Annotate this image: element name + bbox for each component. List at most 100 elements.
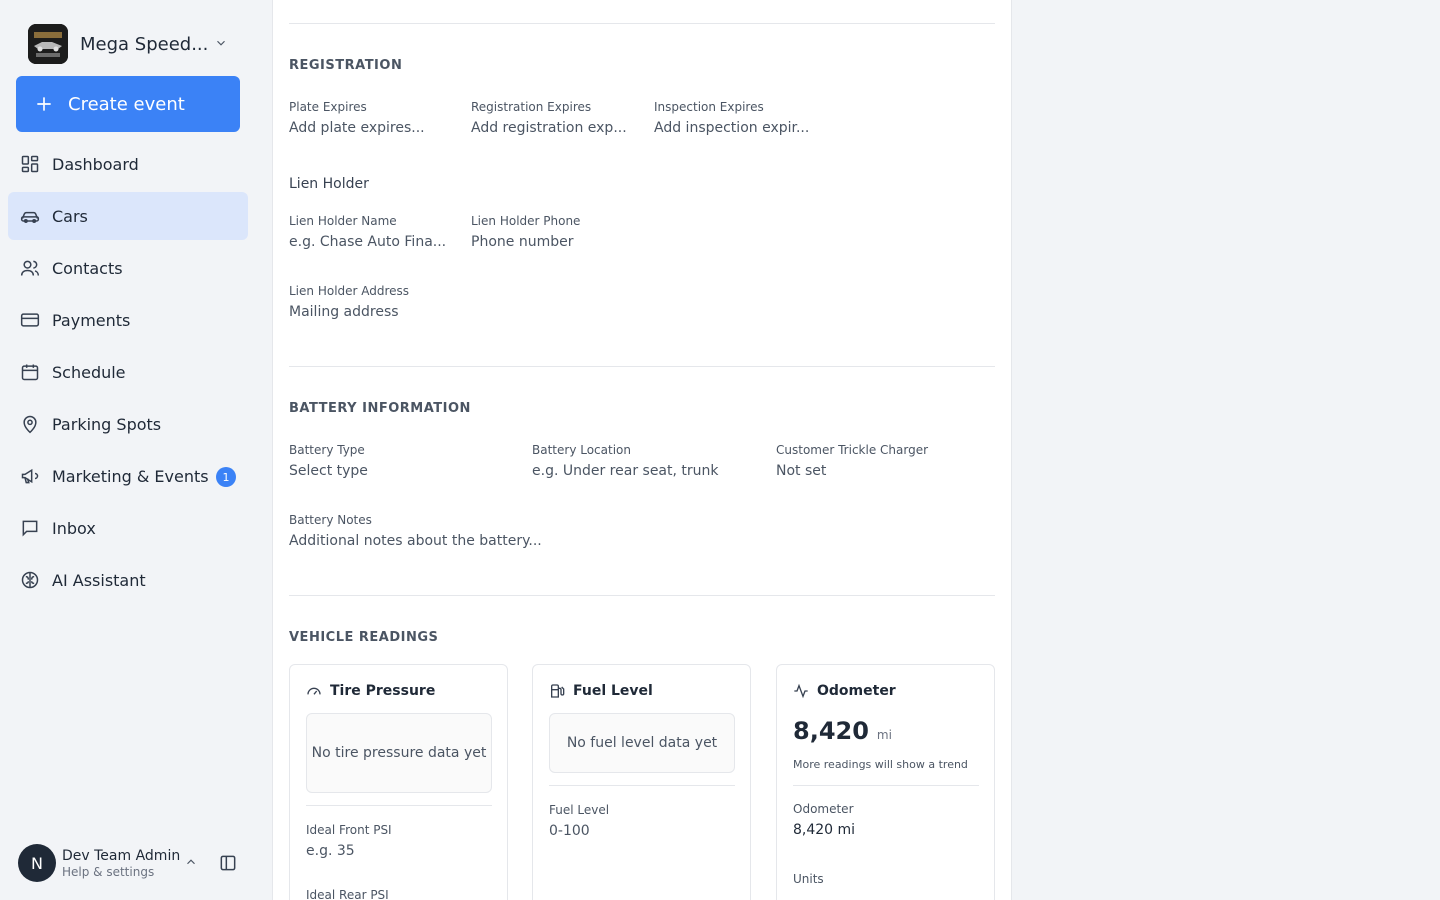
field-label: Battery Location [532, 443, 631, 457]
brand-logo [28, 24, 68, 64]
card-title: Fuel Level [573, 683, 653, 699]
nav-item-dashboard[interactable]: Dashboard [8, 140, 248, 188]
avatar: N [18, 844, 56, 882]
lien-holder-phone-input[interactable]: Phone number [471, 234, 580, 250]
section-divider [289, 366, 995, 367]
lien-holder-address-field[interactable]: Lien Holder Address Mailing address [289, 284, 409, 320]
chevron-up-icon [187, 859, 195, 865]
notification-badge: 1 [216, 467, 236, 487]
odometer-field[interactable]: Odometer 8,420 mi [793, 802, 855, 838]
vehicle-readings-title: VEHICLE READINGS [289, 630, 439, 645]
trend-note: More readings will show a trend [793, 758, 968, 771]
nav-label: AI Assistant [52, 570, 146, 590]
fuel-level-input[interactable]: 0-100 [549, 823, 609, 839]
field-label: Odometer [793, 802, 854, 816]
card-header: Odometer [793, 683, 896, 699]
field-label: Ideal Rear PSI [306, 888, 389, 900]
field-label: Ideal Front PSI [306, 823, 392, 837]
battery-notes-input[interactable]: Additional notes about the battery... [289, 533, 542, 549]
card-title: Tire Pressure [330, 683, 436, 699]
lien-holder-address-input[interactable]: Mailing address [289, 304, 409, 320]
logo-icon [28, 24, 68, 64]
battery-notes-field[interactable]: Battery Notes Additional notes about the… [289, 513, 542, 549]
field-label: Plate Expires [289, 100, 367, 114]
user-name: Dev Team Admin [62, 847, 181, 864]
field-label: Inspection Expires [654, 100, 764, 114]
create-event-button[interactable]: Create event [16, 76, 240, 132]
battery-type-field[interactable]: Battery Type Select type [289, 443, 368, 479]
user-text: Dev Team Admin Help & settings [62, 848, 180, 879]
nav-item-payments[interactable]: Payments [8, 296, 248, 344]
units-field[interactable]: Units [793, 872, 824, 886]
nav-item-schedule[interactable]: Schedule [8, 348, 248, 396]
ideal-front-psi-field[interactable]: Ideal Front PSI e.g. 35 [306, 823, 392, 859]
battery-location-input[interactable]: e.g. Under rear seat, trunk [532, 463, 719, 479]
workspace-switcher[interactable]: Mega Speed... [28, 24, 238, 64]
lien-holder-phone-field[interactable]: Lien Holder Phone Phone number [471, 214, 580, 250]
plate-expires-field[interactable]: Plate Expires Add plate expires... [289, 100, 425, 136]
card-divider [549, 785, 735, 786]
section-divider [289, 23, 995, 24]
nav-label: Schedule [52, 362, 126, 382]
card-header: Tire Pressure [306, 683, 435, 699]
odometer-input[interactable]: 8,420 mi [793, 822, 855, 838]
registration-expires-field[interactable]: Registration Expires Add registration ex… [471, 100, 627, 136]
inspection-expires-input[interactable]: Add inspection expir... [654, 120, 809, 136]
chevron-down-icon [217, 40, 225, 46]
nav-item-marketing-events[interactable]: Marketing & Events 1 [8, 452, 248, 500]
lien-holder-heading: Lien Holder [289, 176, 369, 192]
nav-item-inbox[interactable]: Inbox [8, 504, 248, 552]
field-label: Registration Expires [471, 100, 592, 114]
message-square-icon [22, 520, 38, 537]
workspace-name: Mega Speed... [80, 33, 209, 55]
battery-type-select[interactable]: Select type [289, 463, 368, 479]
inspection-expires-field[interactable]: Inspection Expires Add inspection expir.… [654, 100, 809, 136]
field-label: Battery Notes [289, 513, 372, 527]
nav-label: Dashboard [52, 154, 139, 174]
odometer-unit: mi [876, 728, 892, 742]
battery-title: BATTERY INFORMATION [289, 401, 471, 416]
field-label: Lien Holder Address [289, 284, 410, 298]
fuel-level-card: Fuel Level No fuel level data yet Fuel L… [532, 664, 751, 900]
ideal-rear-psi-field[interactable]: Ideal Rear PSI [306, 888, 389, 900]
tire-pressure-card: Tire Pressure No tire pressure data yet … [289, 664, 508, 900]
battery-location-field[interactable]: Battery Location e.g. Under rear seat, t… [532, 443, 719, 479]
trickle-charger-select[interactable]: Not set [776, 463, 928, 479]
nav-label: Payments [52, 310, 131, 330]
nav-label: Contacts [52, 258, 123, 278]
field-label: Lien Holder Phone [471, 214, 581, 228]
field-label: Lien Holder Name [289, 214, 397, 228]
nav-item-contacts[interactable]: Contacts [8, 244, 248, 292]
field-label: Customer Trickle Charger [776, 443, 929, 457]
car-icon [20, 211, 40, 223]
dashboard-icon [21, 155, 39, 173]
calendar-icon [21, 364, 39, 381]
odometer-reading: 8,420 mi [793, 717, 892, 745]
trickle-charger-field[interactable]: Customer Trickle Charger Not set [776, 443, 928, 479]
lien-holder-name-field[interactable]: Lien Holder Name e.g. Chase Auto Fina... [289, 214, 446, 250]
registration-expires-input[interactable]: Add registration exp... [471, 120, 627, 136]
nav-label: Inbox [52, 518, 96, 538]
card-divider [306, 805, 492, 806]
main-nav: Dashboard Cars Contacts Payments Schedul… [8, 140, 248, 608]
nav-label: Marketing & Events [52, 466, 209, 486]
gauge-icon [307, 687, 321, 695]
lien-holder-name-input[interactable]: e.g. Chase Auto Fina... [289, 234, 446, 250]
sidebar-toggle-icon[interactable] [218, 853, 238, 873]
plate-expires-input[interactable]: Add plate expires... [289, 120, 425, 136]
field-label: Units [793, 872, 824, 886]
fuel-icon [551, 684, 565, 698]
nav-label: Parking Spots [52, 414, 162, 434]
field-label: Fuel Level [549, 803, 610, 817]
nav-item-parking-spots[interactable]: Parking Spots [8, 400, 248, 448]
empty-state: No tire pressure data yet [306, 713, 492, 793]
ideal-front-psi-input[interactable]: e.g. 35 [306, 843, 392, 859]
map-pin-icon [23, 415, 37, 434]
field-label: Battery Type [289, 443, 365, 457]
megaphone-icon [21, 468, 39, 484]
card-divider [793, 785, 979, 786]
nav-item-cars[interactable]: Cars [8, 192, 248, 240]
nav-item-ai-assistant[interactable]: AI Assistant [8, 556, 248, 604]
user-menu[interactable]: N Dev Team Admin Help & settings [18, 843, 242, 883]
fuel-level-field[interactable]: Fuel Level 0-100 [549, 803, 609, 839]
